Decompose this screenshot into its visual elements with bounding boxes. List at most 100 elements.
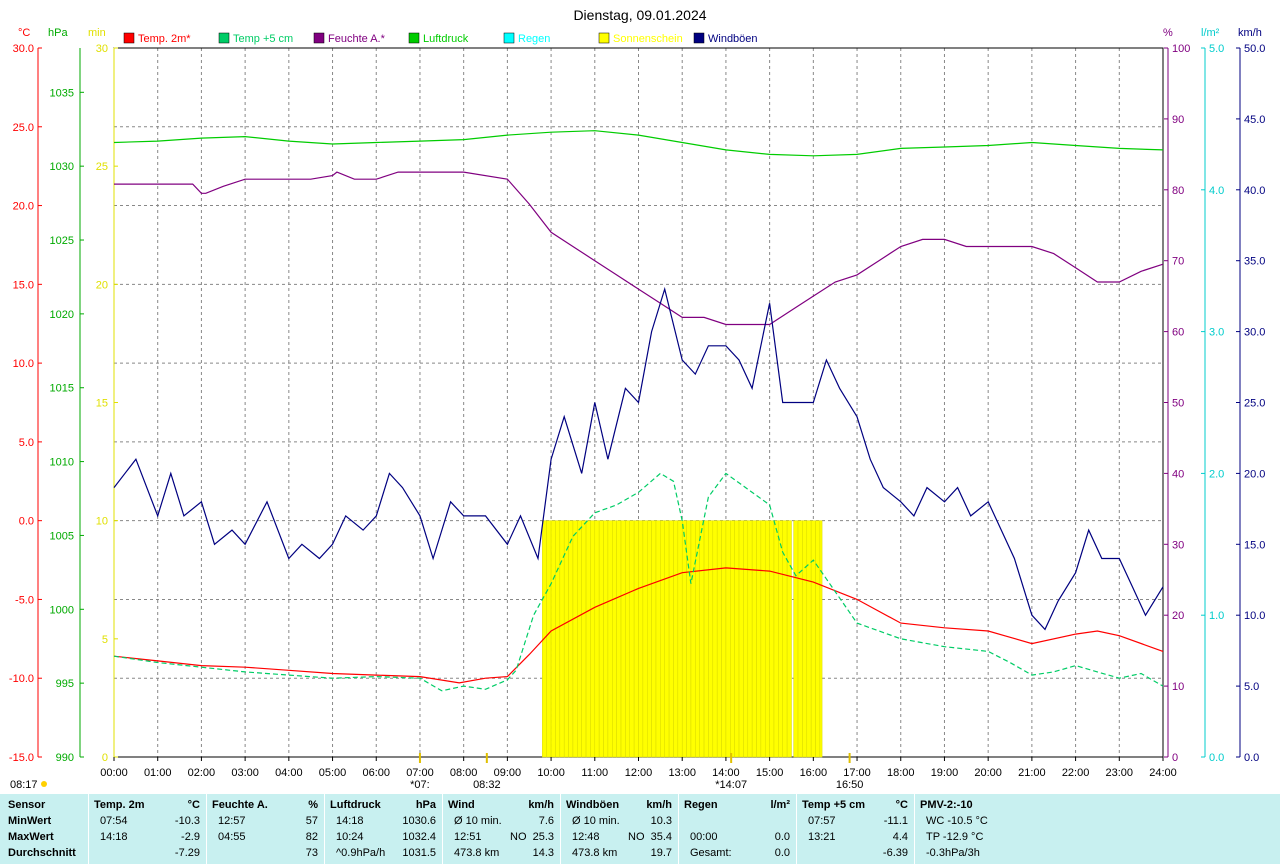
x-tick-label: 11:00 — [581, 767, 608, 779]
legend-label: Feuchte A.* — [328, 33, 386, 45]
legend-label: Temp. 2m* — [138, 33, 191, 45]
axis-tick-label-humidity: 20 — [1172, 610, 1184, 622]
stats-column-divider — [324, 794, 325, 864]
stats-cell-label: 04:55 — [218, 831, 246, 843]
sunshine-bar — [802, 520, 808, 758]
axis-tick-label-sun_minutes: 30 — [96, 43, 108, 55]
sunshine-bar — [730, 520, 735, 758]
sunshine-bar — [581, 520, 587, 758]
x-tick-label: 04:00 — [275, 767, 303, 779]
x-tick-label: 22:00 — [1062, 767, 1090, 779]
axis-tick-label-wind: 30.0 — [1244, 327, 1265, 339]
x-tick-label: 02:00 — [188, 767, 216, 779]
sunshine-bar — [555, 520, 561, 758]
sunshine-bar — [712, 520, 718, 758]
axis-tick-label-temp: 10.0 — [13, 358, 34, 370]
axis-tick-label-rain: 4.0 — [1209, 185, 1224, 197]
sunshine-bar — [756, 520, 762, 758]
sunshine-bar — [563, 520, 569, 758]
legend-swatch — [313, 32, 325, 44]
stats-cell-value: 1031.5 — [402, 847, 436, 859]
stats-header-sensor: Sensor — [8, 799, 46, 811]
axis-unit-humidity: % — [1163, 27, 1173, 39]
sunshine-bar — [716, 520, 722, 758]
axis-tick-label-wind: 0.0 — [1244, 752, 1259, 764]
axis-tick-label-temp: 15.0 — [13, 279, 34, 291]
stats-column-unit: l/m² — [770, 799, 790, 811]
legend-swatch — [693, 32, 705, 44]
stats-cell-value: -10.3 — [174, 815, 200, 827]
stats-cell-label: Gesamt: — [690, 847, 732, 859]
sun-icon — [41, 781, 47, 787]
sunshine-bar — [655, 520, 661, 758]
axis-tick-label-pressure: 995 — [56, 678, 74, 690]
axis-tick-label-humidity: 70 — [1172, 256, 1184, 268]
stats-cell-value: 1032.4 — [402, 831, 436, 843]
legend-label: Luftdruck — [423, 33, 469, 45]
stats-column-unit: % — [308, 799, 318, 811]
stats-column-unit: °C — [187, 799, 200, 811]
axis-tick-label-humidity: 80 — [1172, 185, 1184, 197]
sunshine-bar — [612, 520, 617, 758]
axis-tick-label-wind: 50.0 — [1244, 43, 1265, 55]
sunshine-bar — [765, 520, 770, 758]
x-tick-label: 03:00 — [231, 767, 259, 779]
sunshine-bar — [810, 520, 816, 758]
stats-column-unit: °C — [895, 799, 908, 811]
x-tick-label: 14:00 — [712, 767, 740, 779]
stats-cell-value: 4.4 — [892, 831, 908, 843]
axis-tick-label-temp: 30.0 — [13, 43, 34, 55]
sunshine-bar — [577, 520, 582, 758]
sunshine-bar — [690, 520, 696, 758]
sunshine-bar — [590, 520, 596, 758]
x-tick-label: 23:00 — [1106, 767, 1134, 779]
weather-chart: Dienstag, 09.01.2024 Temp. 2m* Temp +5 cm… — [9, 7, 1266, 791]
sunshine-bar — [677, 520, 683, 758]
stats-cell-value: 57 — [305, 815, 318, 827]
sunshine-bar — [782, 520, 788, 758]
legend-label: Windböen — [708, 33, 758, 45]
stats-cell-value: -2.9 — [181, 831, 200, 843]
stats-cell-value: -6.39 — [882, 847, 908, 859]
axis-tick-label-pressure: 1035 — [50, 87, 74, 99]
sunshine-bar — [616, 520, 622, 758]
axis-tick-label-humidity: 60 — [1172, 327, 1184, 339]
sunshine-bar — [721, 520, 727, 758]
sunshine-bar — [620, 520, 626, 758]
x-tick-label: 15:00 — [756, 767, 784, 779]
legend: Temp. 2m* Temp +5 cm Feuchte A.* Luftdruck R… — [123, 32, 758, 45]
sunshine-bars — [542, 520, 823, 758]
legend-swatch — [598, 32, 610, 44]
x-tick-label: 17:00 — [843, 767, 871, 779]
x-tick-label: 16:00 — [800, 767, 828, 779]
axis-tick-label-wind: 15.0 — [1244, 539, 1265, 551]
axis-tick-label-temp: -5.0 — [15, 594, 34, 606]
stats-cell-value: 0.0 — [774, 831, 790, 843]
sunshine-bar — [638, 520, 644, 758]
stats-cell-label: 10:24 — [336, 831, 364, 843]
event-marker-label: *14:07 — [715, 779, 747, 791]
sunshine-bar — [598, 520, 604, 758]
stats-cell-label: 14:18 — [336, 815, 364, 827]
sunshine-bar — [607, 520, 613, 758]
x-tick-label: 21:00 — [1018, 767, 1046, 779]
chart-title: Dienstag, 09.01.2024 — [573, 7, 706, 23]
sunshine-bar — [546, 520, 552, 758]
stats-cell-value: 25.3 — [532, 831, 554, 843]
stats-cell-label: 07:57 — [808, 815, 836, 827]
sunshine-bar — [673, 520, 679, 758]
stats-cell-value: 1030.6 — [402, 815, 436, 827]
legend-label: Temp +5 cm — [233, 33, 293, 45]
x-tick-label: 19:00 — [931, 767, 959, 779]
sunshine-bar — [786, 520, 792, 758]
axis-tick-label-temp: 25.0 — [13, 122, 34, 134]
axis-tick-label-sun_minutes: 0 — [102, 752, 108, 764]
event-marker-label: 08:32 — [473, 779, 501, 791]
stats-cell-label: TP -12.9 °C — [926, 831, 984, 843]
sunshine-bar — [625, 520, 631, 758]
sunshine-bar — [778, 520, 783, 758]
axis-tick-label-humidity: 30 — [1172, 539, 1184, 551]
sunshine-bar — [725, 520, 731, 758]
stats-cell-value: 19.7 — [650, 847, 672, 859]
legend-label: Regen — [518, 33, 550, 45]
